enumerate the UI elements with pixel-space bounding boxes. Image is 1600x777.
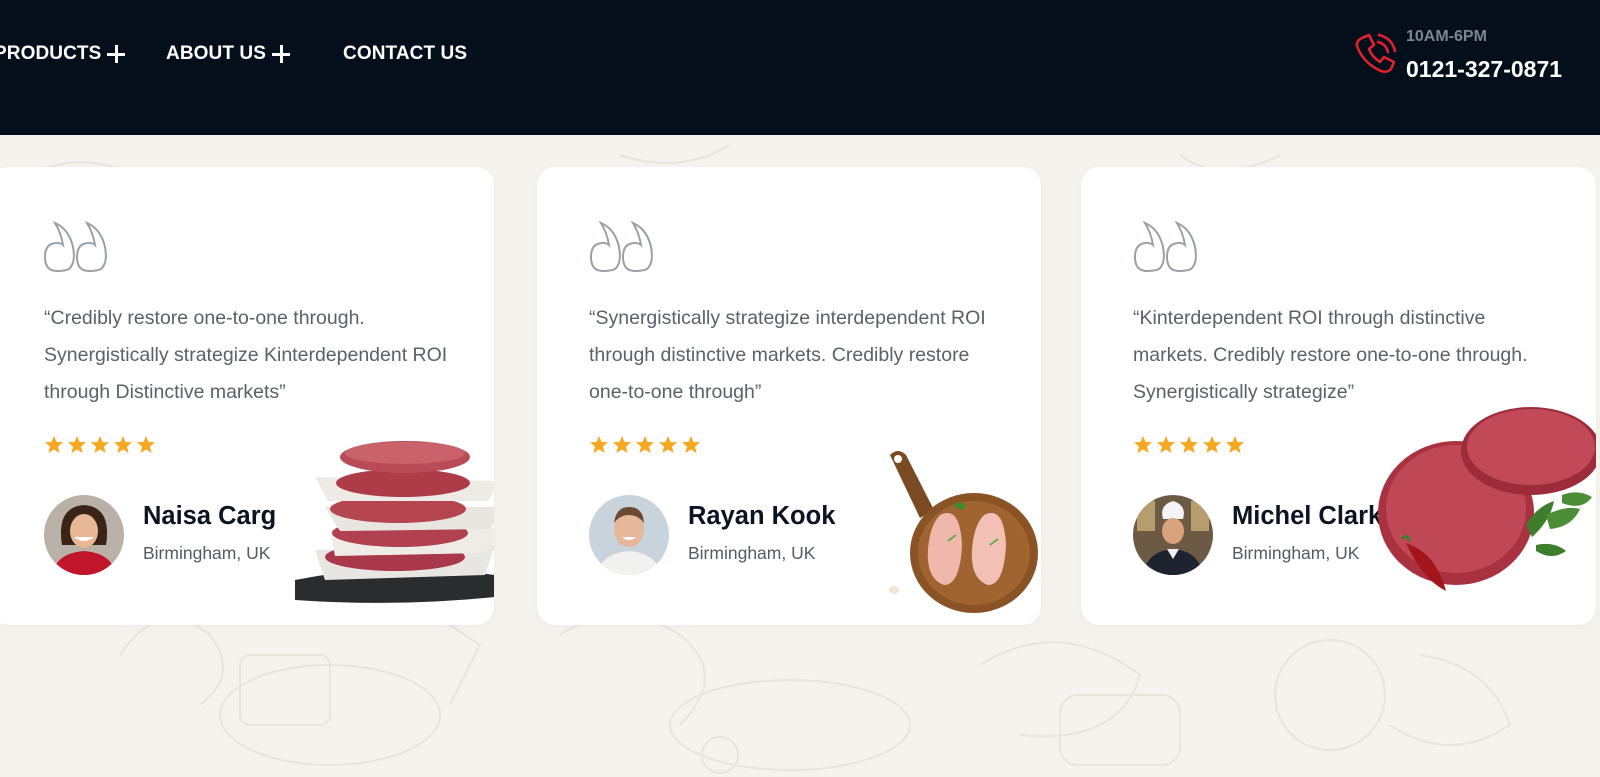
star-icon <box>590 436 608 453</box>
quote-icon <box>589 220 653 273</box>
star-rating <box>44 435 156 455</box>
testimonial-card: “Kinterdependent ROI through distinctive… <box>1081 167 1596 625</box>
testimonial-quote: “Credibly restore one-to-one through. Sy… <box>44 307 448 403</box>
star-icon <box>659 436 677 453</box>
quote-icon <box>43 220 107 273</box>
testimonial-quote: “Kinterdependent ROI through distinctive… <box>1133 307 1528 403</box>
chicken-breast-board-image <box>882 445 1041 615</box>
business-hours: 10AM-6PM <box>1406 28 1487 45</box>
plus-icon <box>107 45 126 63</box>
top-navbar: PRODUCTS ABOUT US CONTACT US 10AM-6PM 01… <box>0 0 1600 135</box>
man-portrait-avatar <box>589 495 669 575</box>
quote-icon <box>1133 220 1197 273</box>
avatar <box>44 495 124 575</box>
star-rating <box>1133 435 1245 455</box>
nav-contact-us[interactable]: CONTACT US <box>343 43 467 65</box>
star-icon <box>1134 436 1152 453</box>
phone-number[interactable]: 0121-327-0871 <box>1406 56 1562 83</box>
avatar <box>589 495 669 575</box>
reviewer-location: Birmingham, UK <box>143 543 271 563</box>
nav-about-us[interactable]: ABOUT US <box>166 43 291 65</box>
star-icon <box>636 436 654 453</box>
testimonial-card: “Synergistically strategize interdepende… <box>537 167 1041 625</box>
phone-contact[interactable]: 10AM-6PM 0121-327-0871 <box>1350 24 1590 94</box>
star-icon <box>137 436 155 453</box>
testimonial-quote: “Synergistically strategize interdepende… <box>589 307 986 403</box>
star-icon <box>613 436 631 453</box>
nav-about-us-label: ABOUT US <box>166 43 267 64</box>
star-icon <box>1180 436 1198 453</box>
star-rating <box>589 435 701 455</box>
beef-patties-chili-image <box>1366 405 1596 605</box>
reviewer-name: Rayan Kook <box>688 502 836 530</box>
woman-portrait-avatar <box>44 495 124 575</box>
phone-icon <box>1355 33 1397 73</box>
reviewer-location: Birmingham, UK <box>688 543 816 563</box>
star-icon <box>1203 436 1221 453</box>
reviewer-name: Michel Clark <box>1232 502 1383 530</box>
star-icon <box>1157 436 1175 453</box>
stacked-burger-patties-image <box>295 435 494 605</box>
star-icon <box>682 436 700 453</box>
chef-portrait-avatar <box>1133 495 1213 575</box>
nav-products[interactable]: PRODUCTS <box>0 43 126 65</box>
testimonial-card: “Credibly restore one-to-one through. Sy… <box>0 167 494 625</box>
plus-icon <box>272 45 291 63</box>
reviewer-location: Birmingham, UK <box>1232 543 1360 563</box>
star-icon <box>45 436 63 453</box>
star-icon <box>91 436 109 453</box>
reviewer-name: Naisa Carg <box>143 502 277 530</box>
nav-products-label: PRODUCTS <box>0 43 102 64</box>
star-icon <box>68 436 86 453</box>
star-icon <box>114 436 132 453</box>
star-icon <box>1226 436 1244 453</box>
avatar <box>1133 495 1213 575</box>
nav-contact-us-label: CONTACT US <box>343 43 468 64</box>
